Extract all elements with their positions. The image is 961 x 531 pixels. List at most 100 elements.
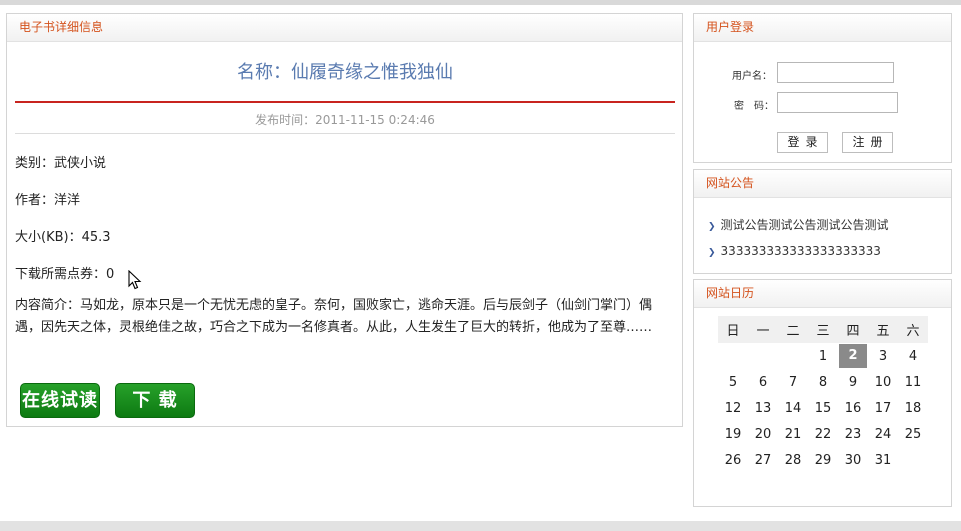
calendar-week-row: 19 20 21 22 23 24 25 — [718, 421, 928, 447]
calendar-day-number[interactable]: 14 — [785, 401, 802, 416]
calendar-day-number[interactable]: 13 — [755, 401, 772, 416]
download-button[interactable]: 下 载 — [115, 383, 195, 418]
calendar-day-number[interactable]: 24 — [875, 427, 892, 442]
calendar-week-row: 5 6 7 8 9 10 11 — [718, 369, 928, 395]
weekday-mon: 一 — [756, 324, 770, 339]
calendar-day[interactable]: 24 — [868, 421, 898, 447]
weekday-sun: 日 — [726, 324, 740, 339]
calendar-empty-cell — [748, 343, 778, 369]
calendar-week-row: 26 27 28 29 30 31 — [718, 447, 928, 473]
calendar-day[interactable]: 3 — [868, 343, 898, 369]
calendar-day[interactable]: 15 — [808, 395, 838, 421]
calendar-day-number[interactable]: 21 — [785, 427, 802, 442]
calendar-day[interactable]: 18 — [898, 395, 928, 421]
calendar-day[interactable]: 14 — [778, 395, 808, 421]
calendar-day[interactable]: 9 — [838, 369, 868, 395]
book-download-points: 下载所需点券：0 — [15, 267, 115, 282]
password-input[interactable] — [777, 92, 898, 113]
calendar-panel: 网站日历 日 一 二 三 四 五 六 1 2 3 4 5 6 7 8 9 10 11 12 13 14 15… — [693, 279, 952, 507]
calendar-day[interactable]: 4 — [898, 343, 928, 369]
notice-item-text[interactable]: 测试公告测试公告测试公告测试 — [721, 218, 889, 232]
calendar-day[interactable]: 20 — [748, 421, 778, 447]
calendar-day-number[interactable]: 1 — [819, 349, 827, 364]
ebook-detail-header: 电子书详细信息 — [7, 14, 682, 42]
top-border — [0, 0, 961, 5]
calendar-day[interactable]: 25 — [898, 421, 928, 447]
calendar-day[interactable]: 2 — [838, 343, 868, 369]
calendar-day[interactable]: 12 — [718, 395, 748, 421]
calendar-day[interactable]: 31 — [868, 447, 898, 473]
calendar-day-number[interactable]: 31 — [875, 453, 892, 468]
book-author: 作者：洋洋 — [15, 193, 81, 208]
calendar-day[interactable]: 23 — [838, 421, 868, 447]
calendar-week-row: 12 13 14 15 16 17 18 — [718, 395, 928, 421]
calendar-day[interactable]: 10 — [868, 369, 898, 395]
calendar-day-number[interactable]: 11 — [905, 375, 922, 390]
calendar-day-number[interactable]: 25 — [905, 427, 922, 442]
login-panel: 用户登录 用户名： 密 码： 登录 注册 — [693, 13, 952, 163]
weekday-fri: 五 — [876, 324, 890, 339]
calendar-day-number[interactable]: 12 — [725, 401, 742, 416]
login-header: 用户登录 — [694, 14, 951, 42]
calendar-day-number[interactable]: 23 — [845, 427, 862, 442]
calendar-day-number[interactable]: 2 — [839, 344, 867, 368]
calendar-day[interactable]: 29 — [808, 447, 838, 473]
calendar-day[interactable]: 6 — [748, 369, 778, 395]
calendar-day-number[interactable]: 18 — [905, 401, 922, 416]
ebook-detail-panel: 电子书详细信息 名称：仙履奇缘之惟我独仙 发布时间：2011-11-15 0:2… — [6, 13, 683, 427]
calendar-table: 日 一 二 三 四 五 六 1 2 3 4 5 6 7 8 9 10 11 12 13 14 15 16 17 1… — [718, 316, 928, 473]
calendar-day[interactable]: 13 — [748, 395, 778, 421]
calendar-day-number[interactable]: 17 — [875, 401, 892, 416]
calendar-day[interactable]: 11 — [898, 369, 928, 395]
mouse-cursor-icon — [128, 270, 142, 290]
notice-header: 网站公告 — [694, 170, 951, 198]
calendar-day-number[interactable]: 27 — [755, 453, 772, 468]
calendar-day-number[interactable]: 28 — [785, 453, 802, 468]
calendar-day-number[interactable]: 30 — [845, 453, 862, 468]
calendar-day-number[interactable]: 6 — [759, 375, 767, 390]
calendar-empty-cell — [718, 343, 748, 369]
calendar-day-number[interactable]: 19 — [725, 427, 742, 442]
calendar-day-number[interactable]: 22 — [815, 427, 832, 442]
calendar-day-number[interactable]: 26 — [725, 453, 742, 468]
notice-item-text[interactable]: 333333333333333333333 — [721, 244, 881, 258]
calendar-day-number[interactable]: 7 — [789, 375, 797, 390]
calendar-day[interactable]: 28 — [778, 447, 808, 473]
calendar-empty-cell — [898, 447, 928, 473]
calendar-day[interactable]: 30 — [838, 447, 868, 473]
publish-divider — [15, 133, 675, 134]
book-title: 名称：仙履奇缘之惟我独仙 — [237, 62, 453, 83]
calendar-day-number[interactable]: 29 — [815, 453, 832, 468]
calendar-day[interactable]: 22 — [808, 421, 838, 447]
calendar-day[interactable]: 7 — [778, 369, 808, 395]
register-button[interactable]: 注册 — [842, 132, 893, 153]
weekday-tue: 二 — [786, 324, 800, 339]
calendar-day[interactable]: 1 — [808, 343, 838, 369]
book-category: 类别：武侠小说 — [15, 156, 107, 171]
calendar-day-number[interactable]: 15 — [815, 401, 832, 416]
notice-item[interactable]: ❯ 333333333333333333333 — [708, 244, 881, 258]
calendar-day[interactable]: 19 — [718, 421, 748, 447]
calendar-day[interactable]: 5 — [718, 369, 748, 395]
calendar-day-number[interactable]: 5 — [729, 375, 737, 390]
username-input[interactable] — [777, 62, 894, 83]
calendar-week-row: 123 4 — [718, 343, 928, 369]
calendar-day-number[interactable]: 20 — [755, 427, 772, 442]
notice-item[interactable]: ❯ 测试公告测试公告测试公告测试 — [708, 216, 889, 233]
calendar-day[interactable]: 21 — [778, 421, 808, 447]
calendar-day-number[interactable]: 16 — [845, 401, 862, 416]
calendar-day-number[interactable]: 8 — [819, 375, 827, 390]
calendar-day[interactable]: 17 — [868, 395, 898, 421]
calendar-day-number[interactable]: 9 — [849, 375, 857, 390]
calendar-day[interactable]: 16 — [838, 395, 868, 421]
calendar-day[interactable]: 26 — [718, 447, 748, 473]
login-button[interactable]: 登录 — [777, 132, 828, 153]
calendar-day[interactable]: 8 — [808, 369, 838, 395]
calendar-day-number[interactable]: 4 — [909, 349, 917, 364]
calendar-day-number[interactable]: 3 — [879, 349, 887, 364]
calendar-day[interactable]: 27 — [748, 447, 778, 473]
read-online-button[interactable]: 在线试读 — [20, 383, 100, 418]
calendar-day-number[interactable]: 10 — [875, 375, 892, 390]
arrow-bullet-icon: ❯ — [708, 248, 716, 258]
weekday-wed: 三 — [816, 324, 830, 339]
